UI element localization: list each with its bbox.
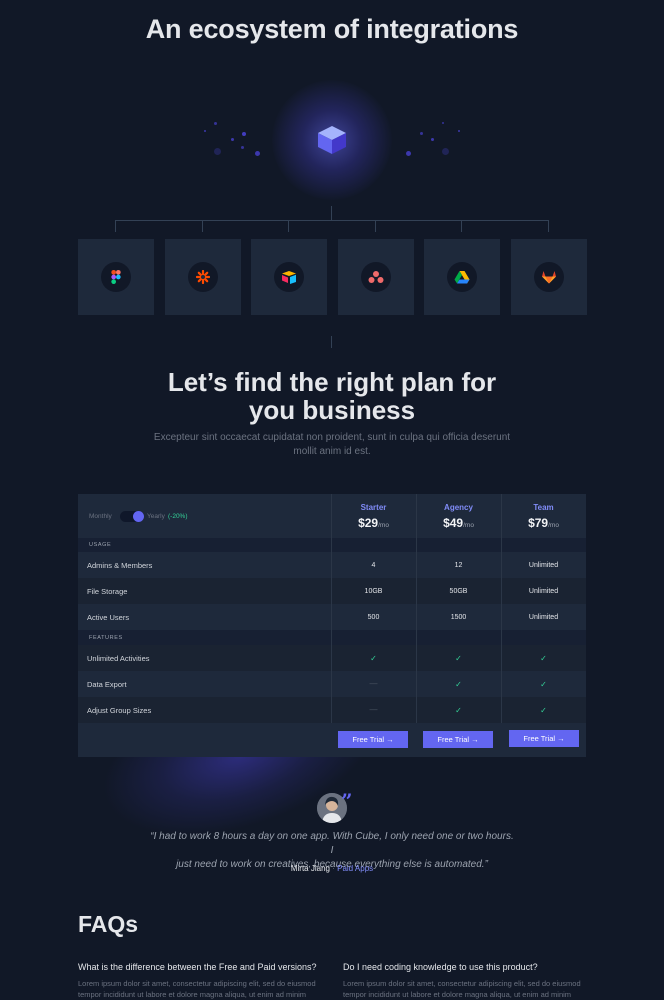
connector-bar xyxy=(115,220,548,221)
gitlab-icon xyxy=(542,271,556,284)
pricing-title: Let’s find the right plan for you busine… xyxy=(167,367,497,425)
faq-question: What is the difference between the Free … xyxy=(78,962,317,972)
check-icon: ✓ xyxy=(540,706,547,715)
quote-icon: ” xyxy=(341,789,353,813)
integrations-title: An ecosystem of integrations xyxy=(145,14,519,44)
plan-price-agency: $49/mo xyxy=(443,516,474,530)
cell-value: Unlimited xyxy=(528,588,559,595)
asana-icon xyxy=(368,271,384,283)
table-row: Active Users 500 1500 Unlimited xyxy=(78,604,586,630)
plan-name-starter: Starter xyxy=(360,503,387,512)
author-name: Mirta Jiang xyxy=(290,864,330,873)
cta-row: Free Trial → Free Trial → Free Trial → xyxy=(78,723,586,757)
table-row: Data Export — ✓ ✓ xyxy=(78,671,586,697)
column-divider xyxy=(416,494,417,723)
toggle-knob xyxy=(133,511,144,522)
yearly-discount: (-20%) xyxy=(168,513,188,520)
faq-answer: Lorem ipsum dolor sit amet, consectetur … xyxy=(78,979,316,999)
connector-drop xyxy=(375,220,376,232)
cell-value: 10GB xyxy=(364,588,383,595)
connector-trunk xyxy=(331,206,332,220)
airtable-icon xyxy=(282,271,296,284)
connector-drop xyxy=(288,220,289,232)
row-label: Active Users xyxy=(87,613,130,622)
plan-price-starter: $29/mo xyxy=(358,516,389,530)
connector-drop xyxy=(548,220,549,232)
table-row: File Storage 10GB 50GB Unlimited xyxy=(78,578,586,604)
plan-name-team: Team xyxy=(533,503,554,512)
faq-answer: Lorem ipsum dolor sit amet, consectetur … xyxy=(343,979,581,999)
cell-value: 500 xyxy=(367,614,380,621)
toggle-yearly-label[interactable]: Yearly xyxy=(147,513,165,520)
dash-icon: — xyxy=(369,705,378,714)
integration-card-google-drive[interactable] xyxy=(424,239,500,315)
row-label: Admins & Members xyxy=(87,561,153,570)
billing-toggle[interactable] xyxy=(120,511,144,522)
agency-free-trial-button[interactable]: Free Trial → xyxy=(423,731,493,748)
pricing-table: Monthly Yearly (-20%) Starter $29/mo Age… xyxy=(78,494,586,757)
integration-card-zapier[interactable] xyxy=(165,239,241,315)
cell-value: Unlimited xyxy=(528,562,559,569)
pricing-header-row: Monthly Yearly (-20%) Starter $29/mo Age… xyxy=(78,494,586,538)
row-label: Adjust Group Sizes xyxy=(87,706,152,715)
row-label: File Storage xyxy=(87,587,128,596)
connector-drop xyxy=(461,220,462,232)
section-features: FEATURES xyxy=(78,630,586,645)
integration-card-airtable[interactable] xyxy=(251,239,327,315)
section-label: USAGE xyxy=(89,542,112,548)
cell-value: 12 xyxy=(454,562,463,569)
plan-name-agency: Agency xyxy=(444,503,473,512)
cell-value: 1500 xyxy=(450,614,467,621)
toggle-monthly-label[interactable]: Monthly xyxy=(89,513,112,520)
check-icon: ✓ xyxy=(540,654,547,663)
cell-value: Unlimited xyxy=(528,614,559,621)
check-icon: ✓ xyxy=(540,680,547,689)
integration-card-asana[interactable] xyxy=(338,239,414,315)
faq-question: Do I need coding knowledge to use this p… xyxy=(343,962,538,972)
connector-bottom xyxy=(331,336,332,348)
section-usage: USAGE xyxy=(78,538,586,552)
integration-card-gitlab[interactable] xyxy=(511,239,587,315)
connector-drop xyxy=(115,220,116,232)
check-icon: ✓ xyxy=(455,654,462,663)
faq-item: What is the difference between the Free … xyxy=(78,962,328,1000)
section-label: FEATURES xyxy=(89,635,123,641)
author-separator: · xyxy=(332,864,335,873)
faq-item: Do I need coding knowledge to use this p… xyxy=(343,962,593,1000)
team-free-trial-button[interactable]: Free Trial → xyxy=(509,730,579,747)
google-drive-icon xyxy=(454,271,470,284)
cube-icon xyxy=(318,126,346,154)
author-role-link[interactable]: Paid Apps xyxy=(337,864,373,873)
check-icon: ✓ xyxy=(455,706,462,715)
cell-value: 50GB xyxy=(449,588,468,595)
check-icon: ✓ xyxy=(370,654,377,663)
figma-icon xyxy=(111,270,121,284)
cell-value: 4 xyxy=(371,562,376,569)
table-row: Unlimited Activities ✓ ✓ ✓ xyxy=(78,645,586,671)
starter-free-trial-button[interactable]: Free Trial → xyxy=(338,731,408,748)
table-row: Adjust Group Sizes — ✓ ✓ xyxy=(78,697,586,723)
column-divider xyxy=(501,494,502,723)
plan-price-team: $79/mo xyxy=(528,516,559,530)
column-divider xyxy=(331,494,332,723)
row-label: Data Export xyxy=(87,680,127,689)
connector-drop xyxy=(202,220,203,232)
zapier-icon xyxy=(196,270,210,284)
faq-title: FAQs xyxy=(78,911,139,937)
integration-card-figma[interactable] xyxy=(78,239,154,315)
check-icon: ✓ xyxy=(455,680,462,689)
table-row: Admins & Members 4 12 Unlimited xyxy=(78,552,586,578)
row-label: Unlimited Activities xyxy=(87,654,150,663)
testimonial-author: Mirta Jiang · Paid Apps xyxy=(0,864,664,873)
dash-icon: — xyxy=(369,679,378,688)
pricing-lead: Excepteur sint occaecat cupidatat non pr… xyxy=(153,432,511,457)
